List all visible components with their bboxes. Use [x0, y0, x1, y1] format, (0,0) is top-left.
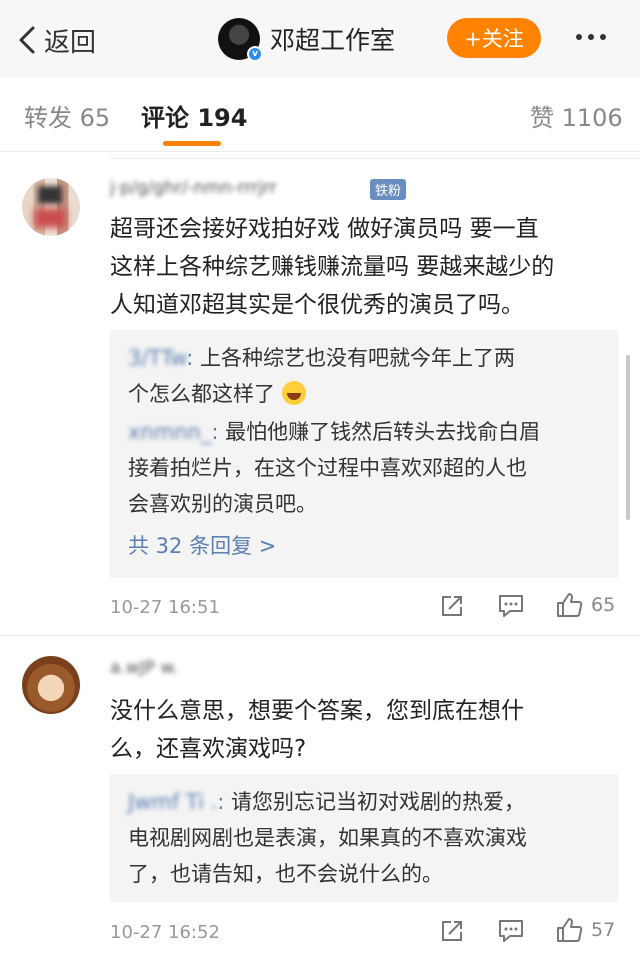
- divider: [0, 635, 640, 636]
- like-count: 57: [591, 919, 616, 941]
- comment-icon: [499, 920, 523, 942]
- follow-button[interactable]: +关注: [447, 18, 541, 58]
- back-button[interactable]: 返回: [18, 20, 96, 60]
- reply-text: 个怎么都这样了: [128, 382, 275, 406]
- reply-username[interactable]: xnmnn_: [128, 420, 211, 444]
- account-header[interactable]: v 邓超工作室: [218, 16, 395, 62]
- tab-likes[interactable]: 赞 1106: [530, 98, 623, 133]
- avatar[interactable]: [22, 178, 80, 236]
- avatar[interactable]: v: [218, 18, 263, 62]
- comment-icon: [499, 595, 523, 617]
- like-button[interactable]: 65: [555, 591, 615, 619]
- more-replies-link[interactable]: 共 32 条回复 >: [128, 528, 600, 564]
- active-tab-indicator: [163, 141, 221, 146]
- comment-timestamp: 10-27 16:52: [110, 922, 220, 943]
- replies-box[interactable]: 3/TTw: 上各种综艺也没有吧就今年上了两 个怎么都这样了 xnmnn_: 最…: [110, 330, 618, 578]
- like-count: 65: [591, 594, 616, 616]
- tab-comments[interactable]: 评论 194: [141, 98, 247, 133]
- comment-timestamp: 10-27 16:51: [110, 597, 220, 618]
- comment-text-line: 没什么意思，想要个答案，您到底在想什: [110, 698, 524, 724]
- replies-box[interactable]: Jwmf Ti .: 请您别忘记当初对戏剧的热爱， 电视剧网剧也是表演，如果真的…: [110, 774, 618, 902]
- comment-text-line: 超哥还会接好戏拍好戏 做好演员吗 要一直: [110, 216, 539, 242]
- reply-username[interactable]: 3/TTw: [128, 346, 186, 370]
- comment-username[interactable]: a.wJP w.: [110, 658, 178, 678]
- fan-badge: 铁粉: [370, 179, 407, 200]
- comment-button[interactable]: [498, 594, 524, 618]
- comment-username[interactable]: j·p/g/ghr/-nmn-rrrjrr: [110, 178, 277, 198]
- comment-button[interactable]: [498, 919, 524, 943]
- reply-item[interactable]: Jwmf Ti .: 请您别忘记当初对戏剧的热爱， 电视剧网剧也是表演，如果真的…: [128, 784, 600, 892]
- share-button[interactable]: [440, 919, 464, 943]
- tab-bar: 转发 65 评论 194 赞 1106: [0, 78, 640, 152]
- scrollbar[interactable]: [626, 355, 630, 520]
- reply-text: 会喜欢别的演员吧。: [128, 492, 317, 516]
- comment-text-line: 么，还喜欢演戏吗?: [110, 736, 307, 762]
- reply-item[interactable]: 3/TTw: 上各种综艺也没有吧就今年上了两 个怎么都这样了: [128, 340, 600, 412]
- share-icon: [442, 596, 462, 616]
- reply-text: 接着拍烂片，在这个过程中喜欢邓超的人也: [128, 456, 527, 480]
- comment-text-line: 这样上各种综艺赚钱赚流量吗 要越来越少的: [110, 254, 555, 280]
- comment-text: 超哥还会接好戏拍好戏 做好演员吗 要一直 这样上各种综艺赚钱赚流量吗 要越来越少…: [110, 210, 615, 324]
- reply-text: 请您别忘记当初对戏剧的热爱，: [231, 790, 526, 814]
- like-button[interactable]: 57: [555, 916, 615, 944]
- share-button[interactable]: [440, 594, 464, 618]
- page-title: 邓超工作室: [270, 26, 396, 55]
- reply-text: 了，也请告知，也不会说什么的。: [128, 862, 443, 886]
- laugh-cry-emoji-icon: [281, 381, 306, 405]
- avatar[interactable]: [22, 656, 80, 714]
- reply-item[interactable]: xnmnn_: 最怕他赚了钱然后转头去找俞白眉 接着拍烂片，在这个过程中喜欢邓超…: [128, 414, 600, 522]
- comment-text: 没什么意思，想要个答案，您到底在想什 么，还喜欢演戏吗?: [110, 692, 615, 768]
- back-label: 返回: [44, 27, 97, 58]
- comment-text-line: 人知道邓超其实是个很优秀的演员了吗。: [110, 292, 524, 318]
- top-nav-bar: 返回 v 邓超工作室 +关注: [0, 0, 640, 78]
- reply-text: 上各种综艺也没有吧就今年上了两: [200, 346, 516, 370]
- verified-icon: v: [247, 46, 263, 62]
- like-icon: [557, 593, 583, 617]
- share-icon: [442, 921, 462, 941]
- like-icon: [557, 918, 583, 942]
- reply-text: 最怕他赚了钱然后转头去找俞白眉: [225, 420, 541, 444]
- chevron-left-icon: [19, 26, 35, 54]
- reply-text: 电视剧网剧也是表演，如果真的不喜欢演戏: [128, 826, 527, 850]
- more-dots-icon[interactable]: [576, 34, 606, 40]
- tab-reposts[interactable]: 转发 65: [24, 98, 110, 133]
- divider: [110, 158, 640, 159]
- reply-username[interactable]: Jwmf Ti .: [128, 790, 217, 814]
